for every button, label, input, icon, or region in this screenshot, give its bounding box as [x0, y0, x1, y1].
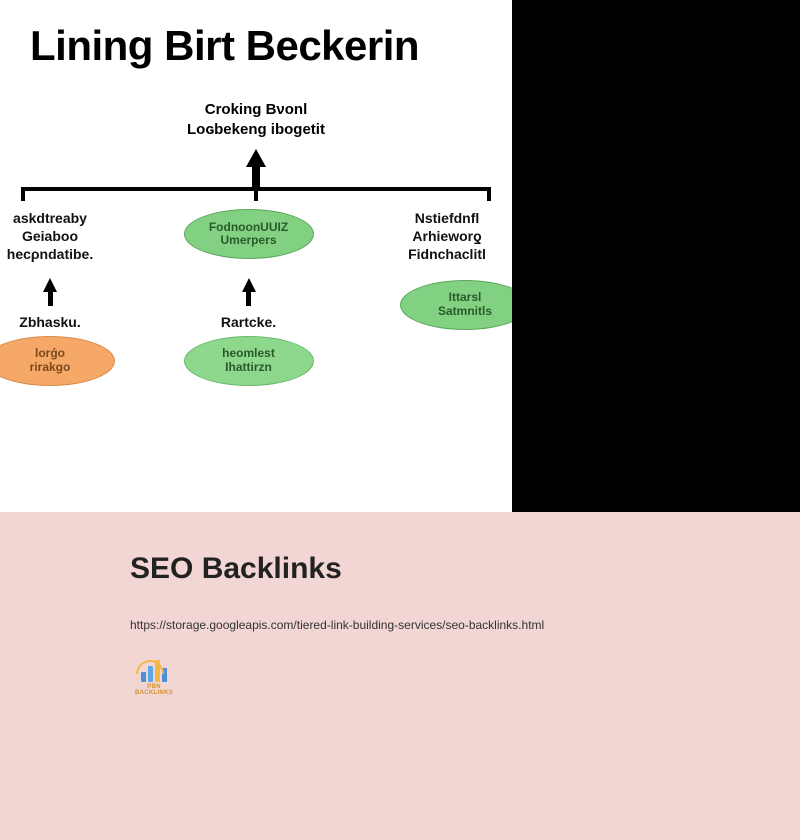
ellipse-text-line: lorǵo	[35, 347, 65, 360]
diagram-column-1: askdtreaby Geiaboo hecρndatibe.	[0, 209, 130, 264]
text-line: askdtreaby	[7, 209, 93, 227]
diagram-row-1: askdtreaby Geiaboo hecρndatibe. FodnoonU…	[0, 209, 512, 264]
ellipse-text-line: Satmnitls	[438, 305, 492, 318]
diagram-column-2: FodnoonUUIZ Umerpers	[169, 209, 329, 264]
diagram-panel: Lining Birt Beckerin Croking Bνonl Loɢbe…	[0, 0, 512, 512]
diagram-title: Lining Birt Beckerin	[0, 0, 512, 70]
diagram-subtitle: Croking Bνonl Loɢbekeng iboɡetit	[0, 100, 512, 139]
pbn-backlinks-logo: PBN BACKLINKS	[130, 660, 178, 702]
column-text-block: Nstiefdnfl Arhieworƍ Fidnchaclitl	[408, 209, 486, 264]
column-text-block: askdtreaby Geiaboo hecρndatibe.	[7, 209, 93, 264]
page-title: SEO Backlinks	[130, 552, 800, 586]
diagram-row-2: Zbhasku. lorǵo rirakgo Rartcke. heomlest…	[0, 270, 512, 386]
subtitle-line-1: Croking Bνonl	[0, 100, 512, 120]
ellipse-node: lorǵo rirakgo	[0, 336, 115, 386]
ellipse-text-line: Ihattirzn	[225, 361, 272, 374]
diagram-column-3: Nstiefdnfl Arhieworƍ Fidnchaclitl	[367, 209, 512, 264]
arrow-stem	[48, 292, 53, 306]
arrow-up-icon	[242, 278, 256, 292]
diagram-column-3-lower: Ittarsl Satmnitls	[385, 270, 512, 386]
ellipse-text-line: heomlest	[222, 347, 275, 360]
ellipse-node: heomlest Ihattirzn	[184, 336, 314, 386]
subtitle-line-2: Loɢbekeng iboɡetit	[0, 120, 512, 140]
text-line: hecρndatibe.	[7, 245, 93, 263]
diagram-column-2-lower: Rartcke. heomlest Ihattirzn	[169, 270, 329, 386]
content-panel: SEO Backlinks https://storage.googleapis…	[0, 512, 800, 840]
logo-text: PBN BACKLINKS	[130, 684, 178, 696]
ellipse-text-line: rirakgo	[30, 361, 71, 374]
text-line: Nstiefdnfl	[408, 209, 486, 227]
diagram-column-1-lower: Zbhasku. lorǵo rirakgo	[0, 270, 130, 386]
ellipse-node: Ittarsl Satmnitls	[400, 280, 512, 330]
arrow-stem	[252, 167, 260, 187]
ellipse-node: FodnoonUUIZ Umerpers	[184, 209, 314, 259]
horizontal-connector	[21, 187, 491, 201]
arrow-stem	[246, 292, 251, 306]
arrow-up-icon	[246, 149, 266, 167]
ellipse-text-line: Umerpers	[220, 234, 276, 247]
page-url: https://storage.googleapis.com/tiered-li…	[130, 618, 800, 632]
arrow-label: Rartcke.	[221, 314, 276, 330]
arrow-up-icon	[43, 278, 57, 292]
text-line: Arhieworƍ	[408, 227, 486, 245]
arrow-label: Zbhasku.	[19, 314, 80, 330]
text-line: Geiaboo	[7, 227, 93, 245]
text-line: Fidnchaclitl	[408, 245, 486, 263]
